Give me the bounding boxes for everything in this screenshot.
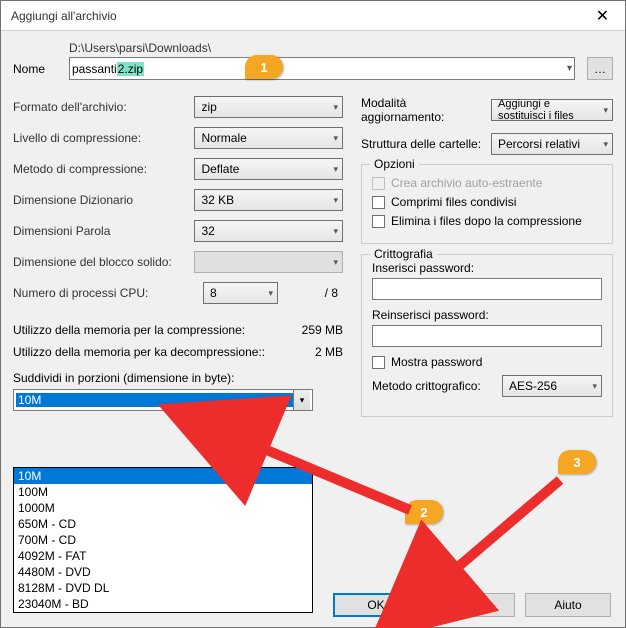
cancel-button[interactable]: Annulla — [429, 593, 515, 617]
enc-method-select[interactable]: AES-256▾ — [502, 375, 602, 397]
format-label: Formato dell'archivio: — [13, 100, 194, 114]
archive-name-input[interactable]: passanti 2.zip ▾ — [69, 57, 575, 80]
sfx-checkbox — [372, 177, 385, 190]
pwd-label: Inserisci password: — [372, 261, 602, 275]
dropdown-item[interactable]: 4092M - FAT — [14, 548, 312, 564]
word-label: Dimensioni Parola — [13, 224, 194, 238]
dropdown-item[interactable]: 8128M - DVD DL — [14, 580, 312, 596]
mem-comp-value: 259 MB — [302, 323, 343, 337]
update-label: Modalità aggiornamento: — [361, 96, 491, 124]
chevron-down-icon: ▾ — [592, 381, 597, 392]
reenter-password-input[interactable] — [372, 325, 602, 347]
update-select[interactable]: Aggiungi e sostituisci i files▾ — [491, 99, 613, 121]
split-label: Suddividi in porzioni (dimensione in byt… — [13, 371, 343, 385]
chevron-down-icon: ▾ — [333, 226, 338, 237]
chevron-down-icon: ▾ — [603, 139, 608, 150]
name-label: Nome — [13, 62, 69, 76]
badge-3: 3 — [558, 450, 596, 474]
dropdown-item[interactable]: 4480M - DVD — [14, 564, 312, 580]
solid-label: Dimensione del blocco solido: — [13, 255, 194, 269]
method-label: Metodo di compressione: — [13, 162, 194, 176]
level-select[interactable]: Normale▾ — [194, 127, 343, 149]
chevron-down-icon: ▾ — [567, 63, 572, 74]
help-button[interactable]: Aiuto — [525, 593, 611, 617]
close-button[interactable]: ✕ — [580, 1, 625, 31]
mem-decomp-value: 2 MB — [315, 345, 343, 359]
word-select[interactable]: 32▾ — [194, 220, 343, 242]
delete-checkbox[interactable] — [372, 215, 385, 228]
dialog-body: D:\Users\parsi\Downloads\ Nome passanti … — [1, 31, 625, 627]
titlebar: Aggiungi all'archivio ✕ — [1, 1, 625, 31]
left-column: Formato dell'archivio: zip▾ Livello di c… — [13, 96, 343, 427]
method-select[interactable]: Deflate▾ — [194, 158, 343, 180]
browse-button[interactable]: … — [587, 57, 613, 80]
split-dropdown[interactable]: 10M 100M 1000M 650M - CD 700M - CD 4092M… — [13, 467, 313, 613]
archive-path: D:\Users\parsi\Downloads\ — [69, 41, 613, 55]
level-label: Livello di compressione: — [13, 131, 194, 145]
cpu-select[interactable]: 8▾ — [203, 282, 278, 304]
delete-checkbox-row[interactable]: Elimina i files dopo la compressione — [372, 214, 602, 228]
enc-method-label: Metodo crittografico: — [372, 379, 502, 393]
repwd-label: Reinserisci password: — [372, 308, 602, 322]
password-input[interactable] — [372, 278, 602, 300]
chevron-down-icon: ▾ — [333, 133, 338, 144]
dict-select[interactable]: 32 KB▾ — [194, 189, 343, 211]
shared-checkbox[interactable] — [372, 196, 385, 209]
crypto-fieldset: Crittografia Inserisci password: Reinser… — [361, 254, 613, 417]
paths-select[interactable]: Percorsi relativi▾ — [491, 133, 613, 155]
chevron-down-icon[interactable]: ▾ — [293, 390, 310, 410]
solid-select: ▾ — [194, 251, 343, 273]
cpu-total: / 8 — [278, 286, 338, 300]
badge-1: 1 — [245, 55, 283, 79]
badge-2: 2 — [405, 500, 443, 524]
show-password-checkbox[interactable] — [372, 356, 385, 369]
chevron-down-icon: ▾ — [333, 257, 338, 268]
dropdown-item[interactable]: 23040M - BD — [14, 596, 312, 612]
paths-label: Struttura delle cartelle: — [361, 137, 491, 151]
window-title: Aggiungi all'archivio — [11, 9, 117, 23]
options-legend: Opzioni — [370, 157, 419, 171]
dropdown-item[interactable]: 700M - CD — [14, 532, 312, 548]
chevron-down-icon: ▾ — [268, 288, 273, 299]
mem-decomp-label: Utilizzo della memoria per ka decompress… — [13, 345, 265, 359]
dict-label: Dimensione Dizionario — [13, 193, 194, 207]
mem-comp-label: Utilizzo della memoria per la compressio… — [13, 323, 245, 337]
dropdown-item[interactable]: 650M - CD — [14, 516, 312, 532]
chevron-down-icon: ▾ — [333, 164, 338, 175]
chevron-down-icon: ▾ — [333, 102, 338, 113]
ok-button[interactable]: OK — [333, 593, 419, 617]
dialog-window: Aggiungi all'archivio ✕ D:\Users\parsi\D… — [0, 0, 626, 628]
dropdown-item[interactable]: 100M — [14, 484, 312, 500]
chevron-down-icon: ▾ — [603, 105, 608, 116]
cpu-label: Numero di processi CPU: — [13, 286, 203, 300]
split-combo[interactable]: 10M ▾ — [13, 389, 313, 411]
chevron-down-icon: ▾ — [333, 195, 338, 206]
right-column: Modalità aggiornamento: Aggiungi e sosti… — [361, 96, 613, 427]
format-select[interactable]: zip▾ — [194, 96, 343, 118]
dropdown-item[interactable]: 10M — [14, 468, 312, 484]
dropdown-item[interactable]: 1000M — [14, 500, 312, 516]
shared-checkbox-row[interactable]: Comprimi files condivisi — [372, 195, 602, 209]
sfx-checkbox-row: Crea archivio auto-estraente — [372, 176, 602, 190]
crypto-legend: Crittografia — [370, 247, 437, 261]
options-fieldset: Opzioni Crea archivio auto-estraente Com… — [361, 164, 613, 244]
show-password-row[interactable]: Mostra password — [372, 355, 602, 369]
